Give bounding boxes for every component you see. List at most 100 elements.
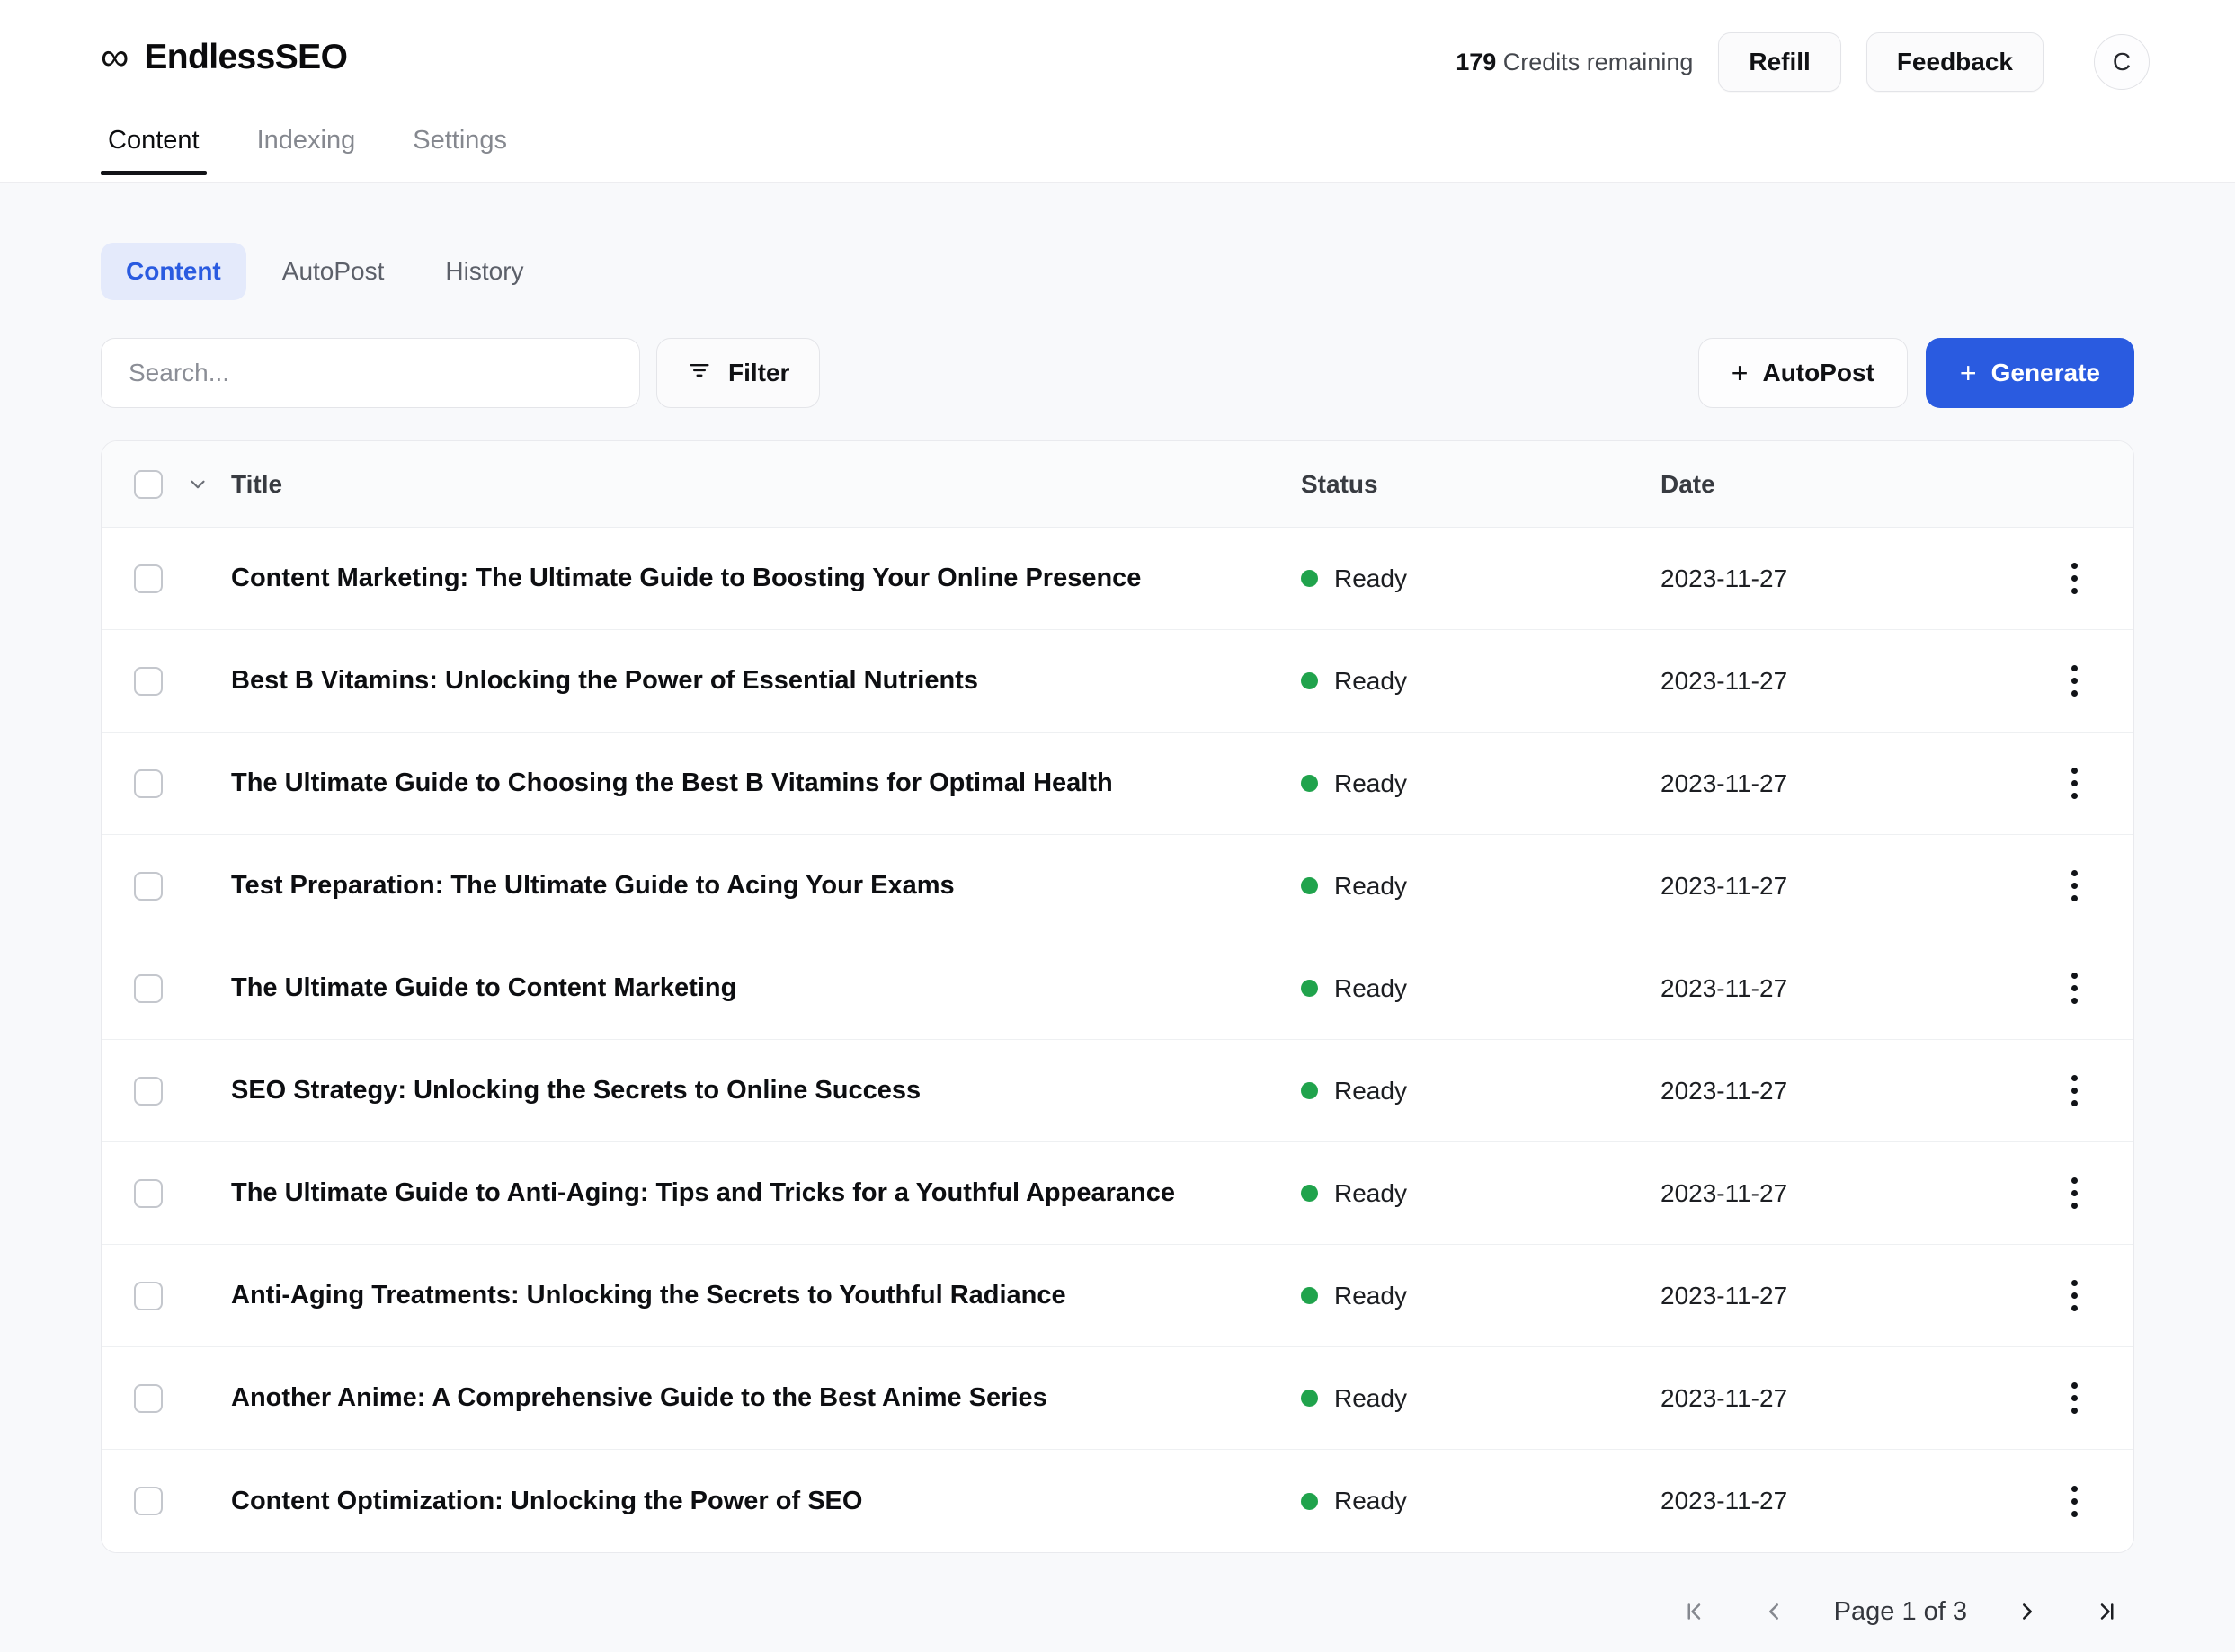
row-date: 2023-11-27 (1661, 1077, 2047, 1106)
row-checkbox[interactable] (134, 1077, 163, 1106)
row-title[interactable]: Content Optimization: Unlocking the Powe… (224, 1487, 1301, 1516)
row-checkbox[interactable] (134, 974, 163, 1003)
row-title[interactable]: Content Marketing: The Ultimate Guide to… (224, 564, 1301, 593)
nav-tab-settings[interactable]: Settings (405, 126, 514, 173)
row-checkbox[interactable] (134, 667, 163, 696)
row-actions-button[interactable] (2047, 768, 2101, 799)
column-header-status[interactable]: Status (1301, 470, 1661, 499)
row-title[interactable]: Best B Vitamins: Unlocking the Power of … (224, 666, 1301, 696)
column-header-date[interactable]: Date (1661, 470, 2047, 499)
table-row[interactable]: The Ultimate Guide to Choosing the Best … (102, 733, 2133, 835)
refill-button[interactable]: Refill (1718, 32, 1840, 92)
status-dot (1301, 570, 1318, 587)
row-title[interactable]: The Ultimate Guide to Anti-Aging: Tips a… (224, 1178, 1301, 1208)
row-actions-button[interactable] (2047, 1486, 2101, 1517)
brand-logo: ∞ EndlessSEO (101, 38, 347, 77)
infinity-icon: ∞ (101, 38, 128, 77)
next-page-button[interactable] (2008, 1593, 2046, 1630)
credits-count: 179 (1456, 49, 1496, 75)
row-title[interactable]: Test Preparation: The Ultimate Guide to … (224, 871, 1301, 901)
toolbar-primary-actions: + AutoPost + Generate (1698, 338, 2134, 408)
row-select-cell (134, 974, 186, 1003)
add-autopost-button[interactable]: + AutoPost (1698, 338, 1908, 408)
select-all-checkbox[interactable] (134, 470, 163, 499)
row-status: Ready (1301, 872, 1661, 901)
first-page-button[interactable] (1676, 1593, 1714, 1630)
status-label: Ready (1334, 769, 1407, 798)
row-actions-button[interactable] (2047, 1075, 2101, 1106)
table-row[interactable]: The Ultimate Guide to Content MarketingR… (102, 937, 2133, 1040)
avatar[interactable]: C (2094, 34, 2150, 90)
more-vertical-icon (2071, 768, 2078, 799)
nav-tab-indexing[interactable]: Indexing (250, 126, 363, 173)
select-all-dropdown[interactable] (186, 473, 224, 496)
row-select-cell (134, 1282, 186, 1310)
row-checkbox[interactable] (134, 1282, 163, 1310)
subtab-history[interactable]: History (420, 243, 548, 300)
search-input[interactable] (101, 338, 640, 408)
subtab-content[interactable]: Content (101, 243, 246, 300)
row-checkbox[interactable] (134, 872, 163, 901)
subtab-autopost[interactable]: AutoPost (257, 243, 410, 300)
nav-tab-content[interactable]: Content (101, 126, 207, 173)
row-checkbox[interactable] (134, 1179, 163, 1208)
row-date: 2023-11-27 (1661, 564, 2047, 593)
row-actions-button[interactable] (2047, 1382, 2101, 1414)
last-page-button[interactable] (2088, 1593, 2125, 1630)
row-select-cell (134, 1487, 186, 1515)
status-label: Ready (1334, 1179, 1407, 1208)
table-row[interactable]: SEO Strategy: Unlocking the Secrets to O… (102, 1040, 2133, 1142)
row-status: Ready (1301, 1077, 1661, 1106)
add-autopost-label: AutoPost (1762, 359, 1874, 387)
page-indicator: Page 1 of 3 (1834, 1597, 1967, 1627)
row-date: 2023-11-27 (1661, 1282, 2047, 1310)
row-actions-button[interactable] (2047, 1177, 2101, 1209)
primary-nav: Content Indexing Settings (0, 126, 2235, 183)
table-row[interactable]: Best B Vitamins: Unlocking the Power of … (102, 630, 2133, 733)
content-subtabs: Content AutoPost History (101, 243, 2134, 300)
content-toolbar: Filter + AutoPost + Generate (101, 338, 2134, 408)
pagination: Page 1 of 3 (101, 1553, 2134, 1630)
row-actions-button[interactable] (2047, 1280, 2101, 1311)
next-page-icon (2014, 1598, 2041, 1625)
row-actions-button[interactable] (2047, 665, 2101, 697)
row-actions-button[interactable] (2047, 870, 2101, 901)
previous-page-button[interactable] (1755, 1593, 1793, 1630)
row-title[interactable]: The Ultimate Guide to Choosing the Best … (224, 768, 1301, 798)
table-row[interactable]: Content Optimization: Unlocking the Powe… (102, 1450, 2133, 1552)
row-checkbox[interactable] (134, 1487, 163, 1515)
more-vertical-icon (2071, 1075, 2078, 1106)
row-checkbox[interactable] (134, 1384, 163, 1413)
plus-icon: + (1732, 360, 1749, 386)
row-checkbox[interactable] (134, 769, 163, 798)
row-actions-button[interactable] (2047, 563, 2101, 594)
row-select-cell (134, 1384, 186, 1413)
header-actions: 179 Credits remaining Refill Feedback C (1456, 32, 2150, 92)
table-row[interactable]: The Ultimate Guide to Anti-Aging: Tips a… (102, 1142, 2133, 1245)
row-title[interactable]: Another Anime: A Comprehensive Guide to … (224, 1383, 1301, 1413)
plus-icon: + (1960, 360, 1977, 386)
row-actions-button[interactable] (2047, 973, 2101, 1004)
table-row[interactable]: Another Anime: A Comprehensive Guide to … (102, 1347, 2133, 1450)
table-row[interactable]: Test Preparation: The Ultimate Guide to … (102, 835, 2133, 937)
app-header: ∞ EndlessSEO 179 Credits remaining Refil… (0, 0, 2235, 126)
filter-button[interactable]: Filter (656, 338, 820, 408)
row-checkbox[interactable] (134, 564, 163, 593)
more-vertical-icon (2071, 1486, 2078, 1517)
table-row[interactable]: Content Marketing: The Ultimate Guide to… (102, 528, 2133, 630)
status-dot (1301, 1287, 1318, 1304)
row-title[interactable]: Anti-Aging Treatments: Unlocking the Sec… (224, 1281, 1301, 1310)
column-header-title[interactable]: Title (224, 470, 1301, 499)
page-body: Content AutoPost History Filter + AutoPo… (0, 183, 2235, 1652)
status-dot (1301, 1390, 1318, 1407)
filter-button-label: Filter (728, 359, 789, 387)
row-title[interactable]: SEO Strategy: Unlocking the Secrets to O… (224, 1076, 1301, 1106)
row-status: Ready (1301, 1282, 1661, 1310)
generate-label: Generate (1991, 359, 2100, 387)
status-dot (1301, 1493, 1318, 1510)
table-row[interactable]: Anti-Aging Treatments: Unlocking the Sec… (102, 1245, 2133, 1347)
table-header-row: Title Status Date (102, 441, 2133, 528)
row-title[interactable]: The Ultimate Guide to Content Marketing (224, 973, 1301, 1003)
feedback-button[interactable]: Feedback (1866, 32, 2044, 92)
generate-button[interactable]: + Generate (1926, 338, 2134, 408)
